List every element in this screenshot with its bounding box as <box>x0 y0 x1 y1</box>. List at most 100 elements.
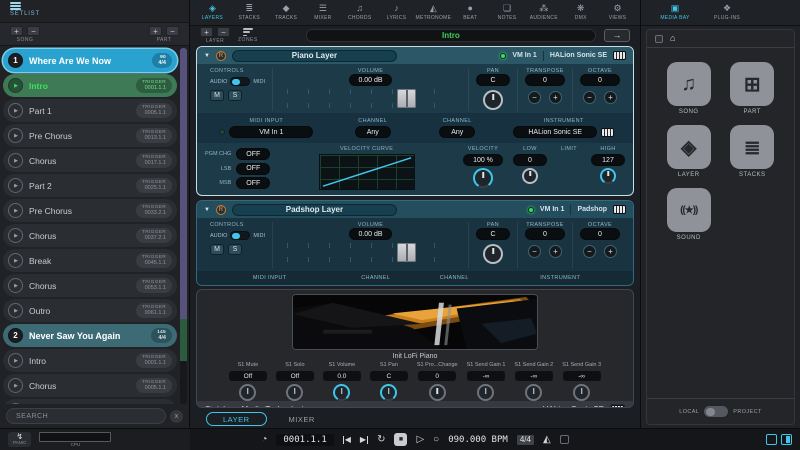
octave-plus-button[interactable]: + <box>604 91 617 104</box>
media-type-icon[interactable]: ((★)) <box>666 188 711 232</box>
search-clear-button[interactable]: x <box>170 409 183 423</box>
record-arm-button[interactable]: R <box>215 50 226 61</box>
octave-value[interactable]: 0 <box>580 74 620 86</box>
local-project-toggle[interactable] <box>704 406 729 417</box>
setlist-row[interactable]: ▶ Part 2 TRIGGER 0025.1.1 <box>3 174 177 197</box>
view-tab[interactable]: ☰ MIXER <box>304 0 341 25</box>
play-icon[interactable]: ▶ <box>8 353 23 368</box>
param-knob[interactable] <box>333 384 351 401</box>
play-icon[interactable]: ▶ <box>8 253 23 268</box>
play-icon[interactable]: ▶ <box>8 203 23 218</box>
param-value[interactable]: 0.0 <box>322 371 361 381</box>
view-tab[interactable]: ◭ METRONOME <box>415 0 452 25</box>
loop-button[interactable]: ↻ <box>377 434 385 445</box>
view-tab[interactable]: ❋ DMX <box>562 0 599 25</box>
open-instrument-icon[interactable] <box>601 127 615 137</box>
solo-button[interactable]: S <box>228 244 242 255</box>
param-knob[interactable] <box>573 384 591 401</box>
setlist-row[interactable]: ▶ Chorus TRIGGER 0037.2.1 <box>3 224 177 247</box>
instrument-label[interactable]: Padshop <box>577 206 607 213</box>
solo-button[interactable]: S <box>228 90 242 101</box>
high-value[interactable]: 127 <box>591 154 625 166</box>
setlist-row[interactable]: 2 Never Saw You Again 145 4/4 <box>3 324 177 347</box>
channel-select[interactable]: Any <box>354 126 391 138</box>
param-value[interactable]: Off <box>228 371 267 381</box>
setlist-row[interactable]: ▶ Outro TRIGGER 0061.1.1 <box>3 299 177 322</box>
media-type-tile[interactable]: ≣ STACKS <box>730 125 775 178</box>
window-layout-1-button[interactable] <box>766 434 777 445</box>
lsb-value[interactable]: OFF <box>236 162 271 175</box>
param-value[interactable]: Off <box>275 371 314 381</box>
volume-slider[interactable] <box>287 243 454 262</box>
setlist-row[interactable]: ▶ Intro TRIGGER 0001.1.1 <box>3 349 177 372</box>
media-type-icon[interactable]: ≣ <box>730 125 775 169</box>
play-icon[interactable]: ▶ <box>8 403 23 404</box>
play-icon[interactable]: 2 <box>8 328 23 343</box>
transpose-plus-button[interactable]: + <box>549 245 562 258</box>
param-knob[interactable] <box>428 384 446 401</box>
setlist-row[interactable]: ▶ Pre Chorus TRIGGER 0013.1.1 <box>3 124 177 147</box>
transpose-value[interactable]: 0 <box>525 74 565 86</box>
setlist-row[interactable]: ▶ Chorus TRIGGER 0053.1.1 <box>3 274 177 297</box>
param-value[interactable]: C <box>369 371 408 381</box>
tab-mixer[interactable]: MIXER <box>289 415 315 424</box>
play-icon[interactable]: ▶ <box>8 378 23 393</box>
media-tab[interactable]: ❖ PLUG-INS <box>703 4 751 21</box>
instrument-label[interactable]: HALion Sonic SE <box>550 52 607 59</box>
transpose-minus-button[interactable]: − <box>528 91 541 104</box>
mute-button[interactable]: M <box>210 244 224 255</box>
metronome-icon[interactable]: ◭ <box>543 434 551 445</box>
octave-minus-button[interactable]: − <box>583 91 596 104</box>
play-icon[interactable]: ▶ <box>8 278 23 293</box>
add-part-button[interactable]: + <box>149 25 162 36</box>
view-tab[interactable]: ❏ NOTES <box>489 0 526 25</box>
view-tab[interactable]: ♫ CHORDS <box>341 0 378 25</box>
setlist-row[interactable]: ▶ Pre Chorus TRIGGER 0033.2.1 <box>3 199 177 222</box>
play-icon[interactable]: 1 <box>8 53 23 68</box>
next-part-button[interactable]: → <box>604 29 630 42</box>
volume-value[interactable]: 0.00 dB <box>349 74 392 86</box>
param-knob[interactable] <box>286 384 304 401</box>
keyboard-icon[interactable] <box>613 205 626 214</box>
stop-button[interactable]: ■ <box>394 433 408 446</box>
volume-slider-handle[interactable] <box>397 243 417 262</box>
velocity-value[interactable]: 100 % <box>463 154 503 166</box>
skip-forward-button[interactable]: ▶ <box>360 435 369 444</box>
low-knob[interactable] <box>522 168 538 184</box>
add-layer-button[interactable]: + <box>200 27 213 37</box>
play-icon[interactable]: ▶ <box>8 228 23 243</box>
param-knob[interactable] <box>239 384 257 401</box>
keyboard-icon[interactable] <box>613 51 626 60</box>
open-plugin-button[interactable] <box>610 403 625 407</box>
pan-value[interactable]: C <box>476 228 510 240</box>
setlist-row[interactable]: ▶ Chorus TRIGGER 0017.1.1 <box>3 149 177 172</box>
volume-value[interactable]: 0.00 dB <box>349 228 392 240</box>
param-value[interactable]: -∞ <box>466 371 505 381</box>
filter-checkbox[interactable] <box>655 34 663 43</box>
media-type-tile[interactable]: ⊞ PART <box>730 62 775 115</box>
view-tab[interactable]: ⁂ AUDIENCE <box>525 0 562 25</box>
setlist-row[interactable]: ▶ Part 1 TRIGGER <box>3 399 177 404</box>
param-value[interactable]: -∞ <box>562 371 601 381</box>
pgm-chg-value[interactable]: OFF <box>236 148 271 160</box>
panic-button[interactable]: ↯ PANIC <box>8 432 32 447</box>
skip-back-button[interactable]: ◀ <box>342 435 351 444</box>
remove-song-button[interactable]: − <box>27 25 40 36</box>
octave-minus-button[interactable]: − <box>583 245 596 258</box>
record-arm-button[interactable]: R <box>215 204 226 215</box>
preset-name[interactable]: Init LoFi Piano <box>197 353 633 360</box>
transpose-plus-button[interactable]: + <box>549 91 562 104</box>
play-button[interactable]: ▷ <box>416 434 424 445</box>
midi-port-label[interactable]: VM In 1 <box>540 206 565 213</box>
view-tab[interactable]: ♪ LYRICS <box>378 0 415 25</box>
collapse-icon[interactable]: ▼ <box>204 207 210 213</box>
tab-layer[interactable]: LAYER <box>206 412 267 426</box>
metronome-checkbox[interactable] <box>559 435 569 444</box>
view-tab[interactable]: ≣ STACKS <box>231 0 268 25</box>
record-button[interactable]: ○ <box>433 434 439 445</box>
media-type-icon[interactable]: ◈ <box>666 125 711 169</box>
view-tab[interactable]: ⚙ VIEWS <box>599 0 636 25</box>
view-tab[interactable]: ● BEAT <box>452 0 489 25</box>
view-tab[interactable]: ◈ LAYERS <box>194 0 231 25</box>
octave-value[interactable]: 0 <box>580 228 620 240</box>
